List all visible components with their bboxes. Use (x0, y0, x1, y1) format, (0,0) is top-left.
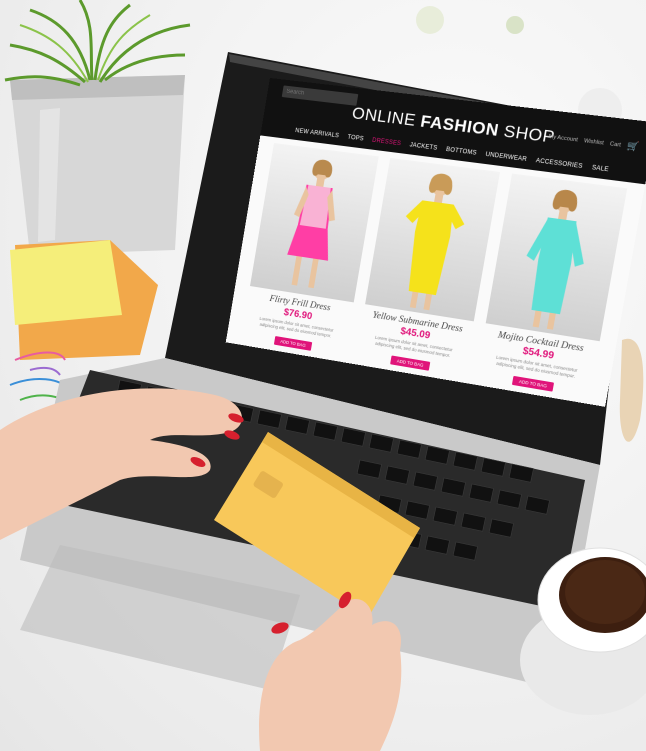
menu-item-sale[interactable]: Sale (591, 165, 609, 173)
shell-decor (619, 338, 644, 442)
product-photo[interactable] (365, 157, 500, 322)
account-link-cart[interactable]: Cart (609, 141, 621, 148)
account-link-wishlist[interactable]: Wishlist (583, 138, 604, 146)
photo-scene: ONLINE FASHION SHOP My Account Wishlist … (0, 0, 646, 751)
menu-item-tops[interactable]: Tops (347, 135, 364, 143)
add-to-bag-button[interactable]: ADD TO BAG (274, 336, 313, 351)
product-card[interactable]: Flirty Frill Dress $76.90 Lorem ipsum do… (240, 143, 379, 362)
menu-item-jackets[interactable]: Jackets (409, 142, 438, 151)
product-photo[interactable] (250, 143, 379, 303)
account-link-my-account[interactable]: My Account (548, 133, 578, 143)
add-to-bag-button[interactable]: ADD TO BAG (512, 375, 554, 392)
brand-light: ONLINE (350, 103, 423, 131)
sticky-notes (10, 240, 158, 360)
product-card[interactable]: Mojito Cocktail Dress $54.99 Lorem ipsum… (475, 173, 628, 404)
menu-item-new-arrivals[interactable]: New Arrivals (295, 128, 340, 139)
menu-item-bottoms[interactable]: Bottoms (445, 147, 477, 157)
add-to-bag-button[interactable]: ADD TO BAG (390, 355, 431, 371)
menu-item-underwear[interactable]: Underwear (485, 152, 527, 163)
product-card[interactable]: Yellow Submarine Dress $45.09 Lorem ipsu… (355, 157, 500, 383)
menu-item-accessories[interactable]: Accessories (535, 158, 583, 170)
brand-tail: SHOP (497, 120, 557, 147)
cart-icon[interactable]: 🛒 (626, 140, 640, 153)
plant-pot (4, 0, 191, 255)
product-photo[interactable] (485, 173, 628, 342)
brand-bold: FASHION (419, 111, 501, 140)
menu-item-dresses[interactable]: Dresses (372, 138, 402, 147)
